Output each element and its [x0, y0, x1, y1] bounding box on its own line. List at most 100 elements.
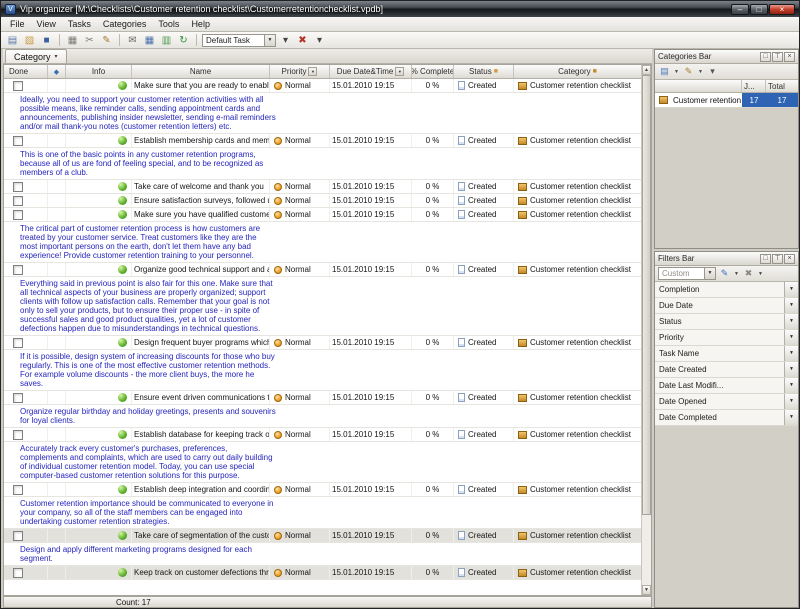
task-row[interactable]: Establish deep integration and coordinat… — [4, 483, 641, 497]
report-icon[interactable]: ▥ — [159, 33, 174, 47]
default-task-combo[interactable]: Default Task▼ — [202, 34, 276, 47]
filter-preset-combo[interactable]: Custom ▼ — [658, 267, 716, 280]
pin-icon[interactable]: ⊤ — [772, 52, 783, 62]
chevron-down-icon[interactable]: ▼ — [733, 271, 740, 277]
more-arrow-icon[interactable]: ▾ — [312, 33, 327, 47]
menu-item-view[interactable]: View — [31, 18, 62, 30]
category-row[interactable]: Customer retention chec1717 — [655, 93, 798, 108]
column-header-done[interactable]: Done — [4, 65, 48, 78]
column-header-complete[interactable]: % Complete — [412, 65, 454, 78]
restore-panel-icon[interactable]: □ — [760, 52, 771, 62]
filter-dropdown-button[interactable]: ▼ — [784, 378, 798, 393]
scroll-up-button[interactable]: ▲ — [642, 65, 651, 75]
menu-item-tasks[interactable]: Tasks — [62, 18, 97, 30]
menu-item-file[interactable]: File — [4, 18, 31, 30]
filter-row[interactable]: Date Created▼ — [655, 362, 798, 378]
edit-filter-icon[interactable]: ✎ — [718, 267, 731, 280]
column-header-category[interactable]: Category■ — [514, 65, 641, 78]
email-icon[interactable]: ✉ — [125, 33, 140, 47]
filter-row[interactable]: Date Completed▼ — [655, 410, 798, 426]
task-checkbox[interactable] — [13, 338, 23, 348]
menu-item-categories[interactable]: Categories — [97, 18, 153, 30]
maximize-button[interactable]: □ — [750, 4, 768, 15]
categories-bar-title-bar[interactable]: Categories Bar □ ⊤ × — [655, 50, 798, 64]
chevron-down-icon[interactable]: ▼ — [704, 268, 715, 279]
filter-row[interactable]: Date Last Modifi...▼ — [655, 378, 798, 394]
column-header-sort[interactable]: ◆ — [48, 65, 66, 78]
filter-dropdown-button[interactable]: ▼ — [784, 282, 798, 297]
filter-dropdown-button[interactable]: ▼ — [784, 298, 798, 313]
filter-row[interactable]: Date Opened▼ — [655, 394, 798, 410]
task-row[interactable]: Take care of welcome and thank youNormal… — [4, 180, 641, 194]
filter-dropdown-button[interactable]: ▼ — [784, 362, 798, 377]
task-row[interactable]: Take care of segmentation of the custome… — [4, 529, 641, 543]
filter-row[interactable]: Due Date▼ — [655, 298, 798, 314]
task-row[interactable]: Establish database for keeping track on … — [4, 428, 641, 442]
task-checkbox[interactable] — [13, 531, 23, 541]
column-header-name[interactable]: Name — [132, 65, 270, 78]
filter-dropdown-button[interactable]: ▼ — [784, 346, 798, 361]
task-checkbox[interactable] — [13, 196, 23, 206]
filter-dropdown-button[interactable]: ▼ — [784, 330, 798, 345]
task-row[interactable]: Design frequent buyer programs which sti… — [4, 336, 641, 350]
task-row[interactable]: Establish membership cards and membershi… — [4, 134, 641, 148]
title-bar[interactable]: V Vip organizer [M:\Checklists\Customer … — [1, 1, 799, 17]
close-button[interactable]: × — [769, 4, 795, 15]
chevron-down-icon[interactable]: ▼ — [673, 69, 680, 75]
due-filter-arrow-icon[interactable]: ▼ — [395, 67, 404, 76]
task-row[interactable]: Keep track on customer defections throug… — [4, 566, 641, 580]
column-header-priority[interactable]: Priority▼ — [270, 65, 330, 78]
filter-row[interactable]: Task Name▼ — [655, 346, 798, 362]
category-name-column-header[interactable] — [655, 80, 742, 92]
edit-category-icon[interactable]: ✎ — [682, 65, 695, 78]
chevron-down-icon[interactable]: ▼ — [697, 69, 704, 75]
pin-icon[interactable]: ⊤ — [772, 254, 783, 264]
vertical-scrollbar[interactable]: ▲ ▼ — [641, 65, 651, 595]
minimize-button[interactable]: – — [731, 4, 749, 15]
save-icon[interactable]: ■ — [39, 33, 54, 47]
clear-filter-icon[interactable]: ✖ — [742, 267, 755, 280]
category-total-column-header[interactable]: Total — [766, 80, 798, 92]
task-checkbox[interactable] — [13, 485, 23, 495]
task-checkbox[interactable] — [13, 81, 23, 91]
priority-filter-arrow-icon[interactable]: ▼ — [308, 67, 317, 76]
category-menu-icon[interactable]: ▾ — [706, 65, 719, 78]
close-panel-icon[interactable]: × — [784, 52, 795, 62]
column-header-due[interactable]: Due Date&Time▼ — [330, 65, 412, 78]
task-checkbox[interactable] — [13, 210, 23, 220]
filter-dropdown-button[interactable]: ▼ — [784, 394, 798, 409]
task-row[interactable]: Organize good technical support and advi… — [4, 263, 641, 277]
add-category-icon[interactable]: ▤ — [658, 65, 671, 78]
filter-row[interactable]: Completion▼ — [655, 282, 798, 298]
task-checkbox[interactable] — [13, 136, 23, 146]
task-checkbox[interactable] — [13, 430, 23, 440]
task-row[interactable]: Make sure you have qualified customer se… — [4, 208, 641, 222]
edit-icon[interactable]: ✎ — [99, 33, 114, 47]
menu-item-tools[interactable]: Tools — [152, 18, 185, 30]
task-checkbox[interactable] — [13, 568, 23, 578]
menu-item-help[interactable]: Help — [185, 18, 216, 30]
task-menu-arrow-icon[interactable]: ▾ — [278, 33, 293, 47]
column-header-info[interactable]: Info — [66, 65, 132, 78]
task-row[interactable]: Make sure that you are ready to enable a… — [4, 79, 641, 93]
print-icon[interactable]: ▦ — [65, 33, 80, 47]
filter-row[interactable]: Status▼ — [655, 314, 798, 330]
delete-icon[interactable]: ✖ — [295, 33, 310, 47]
close-panel-icon[interactable]: × — [784, 254, 795, 264]
task-checkbox[interactable] — [13, 182, 23, 192]
restore-panel-icon[interactable]: □ — [760, 254, 771, 264]
cut-icon[interactable]: ✂ — [82, 33, 97, 47]
scroll-down-button[interactable]: ▼ — [642, 585, 651, 595]
scroll-thumb[interactable] — [642, 75, 651, 515]
tab-category[interactable]: Category ▾ — [5, 49, 67, 63]
filter-row[interactable]: Priority▼ — [655, 330, 798, 346]
filter-dropdown-button[interactable]: ▼ — [784, 410, 798, 425]
filter-dropdown-button[interactable]: ▼ — [784, 314, 798, 329]
filters-bar-title-bar[interactable]: Filters Bar □ ⊤ × — [655, 252, 798, 266]
calendar-icon[interactable]: ▦ — [142, 33, 157, 47]
chevron-down-icon[interactable]: ▼ — [264, 35, 275, 46]
chevron-down-icon[interactable]: ▼ — [757, 271, 764, 277]
task-row[interactable]: Ensure event driven communications that … — [4, 391, 641, 405]
task-checkbox[interactable] — [13, 393, 23, 403]
task-checkbox[interactable] — [13, 265, 23, 275]
